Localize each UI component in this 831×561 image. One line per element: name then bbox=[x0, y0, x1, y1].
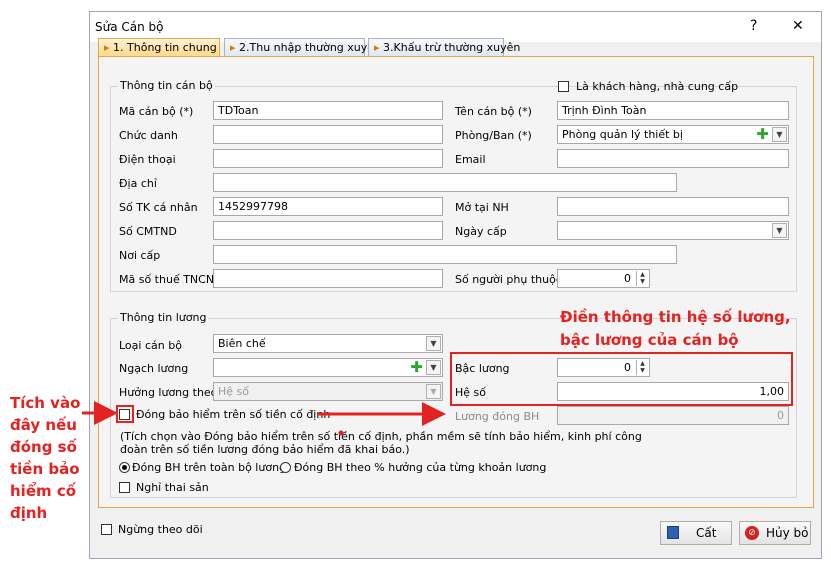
cursor-dot bbox=[338, 430, 344, 436]
annotation-arrows bbox=[82, 401, 446, 436]
